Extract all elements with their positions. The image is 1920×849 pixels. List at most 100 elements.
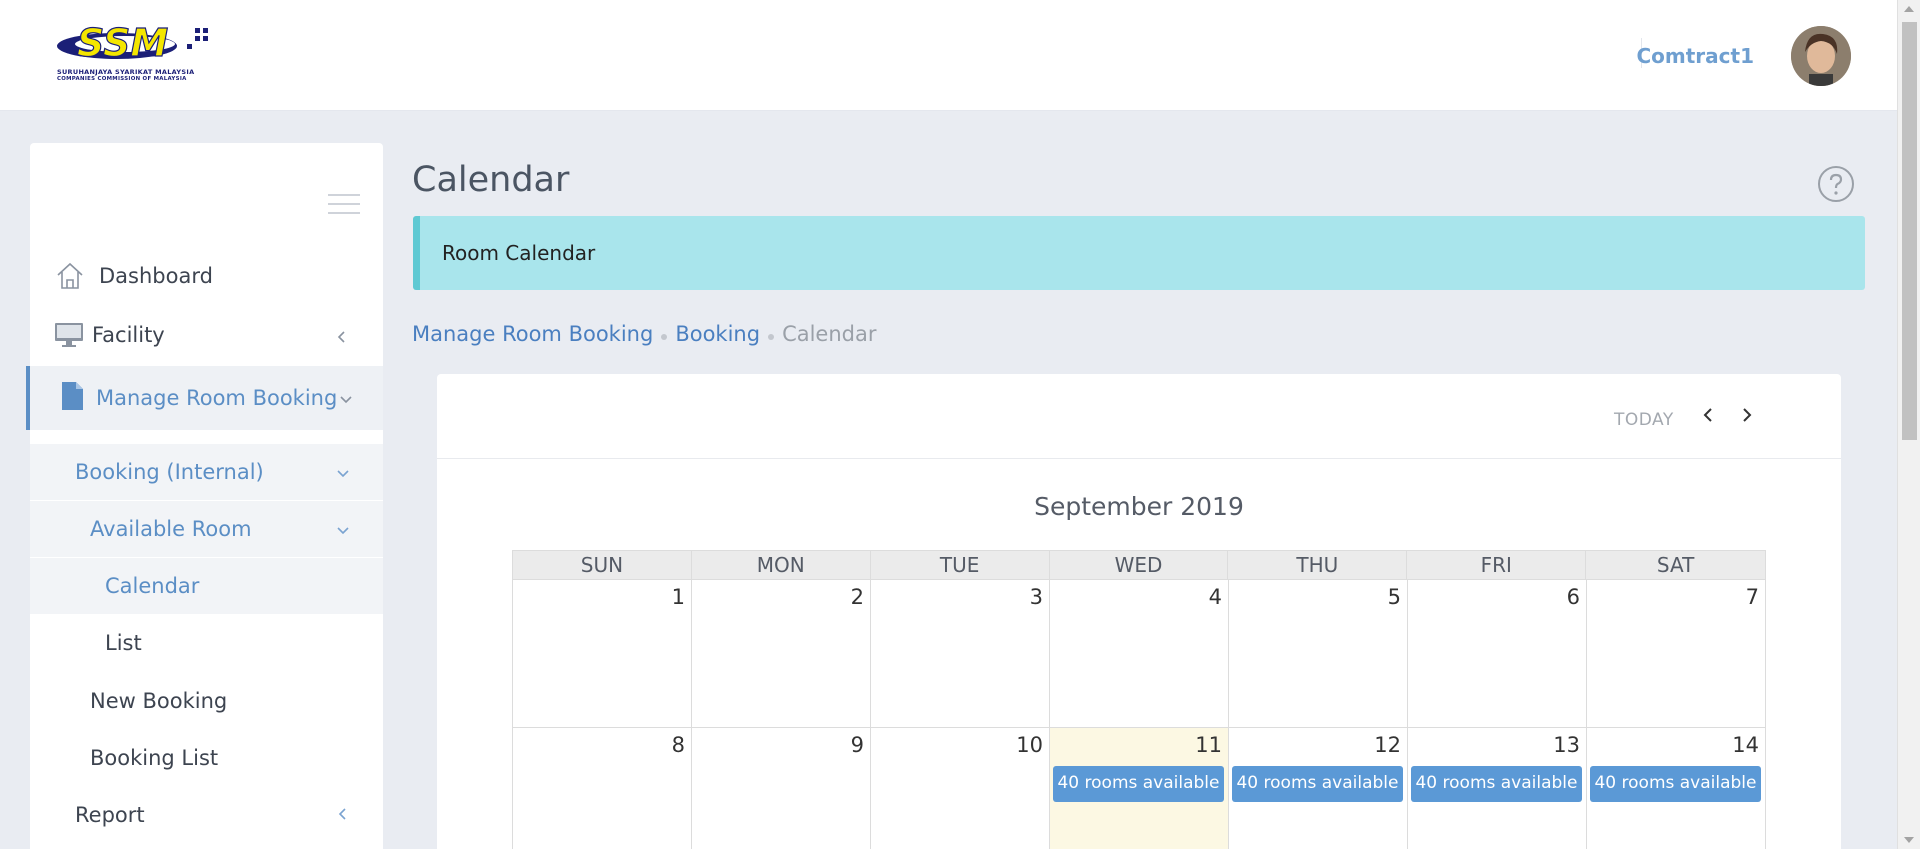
breadcrumb-manage-room-booking[interactable]: Manage Room Booking bbox=[412, 322, 653, 346]
breadcrumb-separator bbox=[661, 334, 668, 340]
sidebar-item-available-room[interactable]: Available Room bbox=[30, 501, 383, 557]
document-icon bbox=[62, 382, 83, 410]
today-button[interactable]: TODAY bbox=[1614, 410, 1674, 430]
calendar-day[interactable]: 9 bbox=[692, 728, 871, 849]
sidebar-item-label: Booking List bbox=[90, 746, 219, 770]
chevron-left-icon bbox=[338, 808, 346, 820]
calendar-card: TODAY September 2019 SUN MON TUE WED THU… bbox=[437, 374, 1841, 849]
calendar-day[interactable]: 5 bbox=[1229, 580, 1408, 728]
sidebar-item-label: List bbox=[105, 631, 142, 655]
sidebar-item-label: Available Room bbox=[90, 517, 252, 541]
sidebar-item-calendar[interactable]: Calendar bbox=[30, 558, 383, 614]
day-number: 4 bbox=[1208, 585, 1222, 609]
sidebar-item-booking-internal[interactable]: Booking (Internal) bbox=[30, 444, 383, 500]
avatar[interactable] bbox=[1791, 26, 1851, 86]
top-header: SSM SURUHANJAYA SYARIKAT MALAYSIA COMPAN… bbox=[0, 0, 1897, 111]
chevron-down-icon bbox=[337, 527, 349, 535]
day-number: 12 bbox=[1374, 733, 1401, 757]
day-number: 5 bbox=[1387, 585, 1401, 609]
chevron-down-icon bbox=[337, 470, 349, 478]
availability-event[interactable]: 40 rooms available bbox=[1411, 766, 1582, 802]
sidebar-item-label: Calendar bbox=[105, 574, 200, 598]
calendar-day[interactable]: 3 bbox=[871, 580, 1050, 728]
sidebar-item-label: Facility bbox=[92, 323, 165, 347]
day-number: 3 bbox=[1029, 585, 1043, 609]
day-number: 6 bbox=[1566, 585, 1580, 609]
sidebar-item-label: Manage Room Booking bbox=[96, 386, 338, 410]
availability-event[interactable]: 40 rooms available bbox=[1232, 766, 1403, 802]
day-number: 13 bbox=[1553, 733, 1580, 757]
calendar-day[interactable]: 1 bbox=[513, 580, 692, 728]
ssm-logo[interactable]: SSM SURUHANJAYA SYARIKAT MALAYSIA COMPAN… bbox=[55, 24, 220, 84]
day-number: 1 bbox=[671, 585, 685, 609]
calendar-day[interactable]: 6 bbox=[1408, 580, 1587, 728]
calendar-month-title: September 2019 bbox=[1034, 492, 1244, 521]
svg-text:SSM: SSM bbox=[77, 24, 168, 65]
sidebar-item-dashboard[interactable]: Dashboard bbox=[30, 247, 383, 305]
calendar-day[interactable]: 13 40 rooms available bbox=[1408, 728, 1587, 849]
calendar-week: 8 9 10 11 40 rooms available 12 40 rooms… bbox=[512, 728, 1766, 849]
chevron-right-icon[interactable] bbox=[1733, 401, 1761, 429]
sidebar: Dashboard Facility Manage Room Booking B… bbox=[26, 143, 383, 849]
calendar-day[interactable]: 14 40 rooms available bbox=[1587, 728, 1766, 849]
sidebar-item-list[interactable]: List bbox=[30, 615, 383, 671]
breadcrumb: Manage Room Booking Booking Calendar bbox=[412, 322, 877, 346]
chevron-left-icon bbox=[337, 331, 345, 343]
sidebar-item-new-booking[interactable]: New Booking bbox=[30, 672, 383, 730]
weekday-fri: FRI bbox=[1407, 551, 1587, 579]
day-number: 8 bbox=[671, 733, 685, 757]
chevron-left-icon[interactable] bbox=[1694, 401, 1722, 429]
sidebar-item-label: Report bbox=[75, 803, 145, 827]
calendar-weekday-header: SUN MON TUE WED THU FRI SAT bbox=[512, 550, 1766, 580]
sidebar-item-label: Dashboard bbox=[99, 264, 213, 288]
sidebar-item-facility[interactable]: Facility bbox=[30, 305, 383, 365]
scroll-down-arrow-icon[interactable] bbox=[1904, 837, 1914, 843]
calendar-day[interactable]: 7 bbox=[1587, 580, 1766, 728]
weekday-thu: THU bbox=[1228, 551, 1408, 579]
availability-event[interactable]: 40 rooms available bbox=[1053, 766, 1224, 802]
day-number: 7 bbox=[1745, 585, 1759, 609]
monitor-icon bbox=[55, 323, 83, 347]
breadcrumb-calendar: Calendar bbox=[782, 322, 877, 346]
page-title: Calendar bbox=[412, 160, 570, 200]
chevron-down-icon bbox=[340, 396, 352, 404]
day-number: 10 bbox=[1016, 733, 1043, 757]
logo-line2: COMPANIES COMMISSION OF MALAYSIA bbox=[57, 76, 187, 82]
banner-text: Room Calendar bbox=[442, 241, 596, 265]
scrollbar-thumb[interactable] bbox=[1902, 22, 1917, 440]
scroll-up-arrow-icon[interactable] bbox=[1904, 6, 1914, 12]
page-scrollbar[interactable] bbox=[1897, 0, 1920, 849]
weekday-sun: SUN bbox=[513, 551, 692, 579]
calendar-toolbar: TODAY bbox=[437, 374, 1841, 459]
help-icon[interactable] bbox=[1817, 165, 1855, 203]
breadcrumb-booking[interactable]: Booking bbox=[675, 322, 760, 346]
day-number: 11 bbox=[1195, 733, 1222, 757]
weekday-wed: WED bbox=[1050, 551, 1229, 579]
day-number: 14 bbox=[1732, 733, 1759, 757]
calendar-grid: SUN MON TUE WED THU FRI SAT 1 2 3 4 5 6 … bbox=[512, 550, 1766, 849]
weekday-mon: MON bbox=[692, 551, 871, 579]
logo-line1: SURUHANJAYA SYARIKAT MALAYSIA bbox=[57, 68, 195, 76]
calendar-day[interactable]: 4 bbox=[1050, 580, 1229, 728]
day-number: 9 bbox=[850, 733, 864, 757]
calendar-day[interactable]: 12 40 rooms available bbox=[1229, 728, 1408, 849]
username-link[interactable]: Comtract1 bbox=[1636, 44, 1754, 68]
calendar-day[interactable]: 8 bbox=[513, 728, 692, 849]
day-number: 2 bbox=[850, 585, 864, 609]
weekday-sat: SAT bbox=[1656, 553, 1695, 577]
weekday-tue: TUE bbox=[871, 551, 1050, 579]
calendar-day-today[interactable]: 11 40 rooms available bbox=[1050, 728, 1229, 849]
calendar-week: 1 2 3 4 5 6 7 bbox=[512, 580, 1766, 728]
home-icon bbox=[57, 262, 83, 289]
calendar-day[interactable]: 2 bbox=[692, 580, 871, 728]
sidebar-item-report[interactable]: Report bbox=[30, 786, 383, 844]
sidebar-item-label: Booking (Internal) bbox=[75, 460, 264, 484]
sidebar-item-label: New Booking bbox=[90, 689, 228, 713]
hamburger-menu-icon[interactable] bbox=[328, 194, 360, 216]
breadcrumb-separator bbox=[768, 334, 775, 340]
sidebar-item-manage-room-booking[interactable]: Manage Room Booking bbox=[26, 366, 383, 430]
availability-event[interactable]: 40 rooms available bbox=[1590, 766, 1761, 802]
room-calendar-banner: Room Calendar bbox=[413, 216, 1865, 290]
sidebar-item-booking-list[interactable]: Booking List bbox=[30, 730, 383, 786]
calendar-day[interactable]: 10 bbox=[871, 728, 1050, 849]
